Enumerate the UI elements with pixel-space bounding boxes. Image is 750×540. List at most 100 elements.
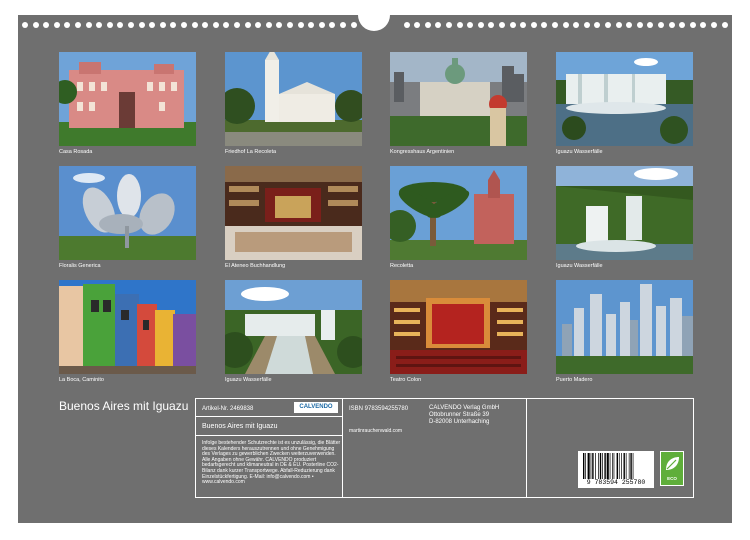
photo-caption: Friedhof La Recoleta	[225, 149, 277, 155]
binding-hole	[32, 22, 39, 28]
binding-hole	[488, 22, 495, 28]
binding-hole	[255, 22, 262, 28]
barcode-bar	[618, 453, 620, 479]
photo-caption: Floralis Generica	[59, 263, 101, 269]
publisher-street: Ottobrunner Straße 39	[429, 412, 490, 418]
binding-hole	[287, 22, 293, 28]
binding-hole	[424, 22, 431, 28]
barcode-bar	[602, 453, 603, 479]
photo-palm-church	[390, 166, 527, 260]
calvendo-logo-text: CALVENDO	[299, 404, 333, 410]
photo-flower-sculpture	[59, 166, 196, 260]
publisher-city: D-82008 Unterhaching	[429, 419, 490, 425]
binding-hole	[668, 22, 675, 28]
barcode-number: 9 783594 255780	[586, 479, 646, 486]
binding-hole	[467, 22, 474, 28]
barcode-bar	[583, 453, 585, 479]
binding-hole	[721, 22, 728, 28]
barcode-bar	[587, 453, 590, 479]
binding-hole	[541, 22, 548, 28]
binding-hole	[106, 22, 113, 28]
binding-hole	[626, 22, 633, 28]
barcode: 9 783594 255780	[578, 451, 654, 488]
binding-hole	[191, 22, 198, 28]
legal-text: Infolge bestehender Schutzrechte ist es …	[202, 440, 341, 486]
binding-hole	[234, 22, 240, 28]
binding-hole	[53, 22, 60, 28]
binding-hole	[340, 22, 346, 28]
binding-hole	[22, 22, 28, 28]
info-divider	[196, 435, 342, 436]
binding-hole	[350, 22, 357, 28]
photo-skyline	[556, 280, 693, 374]
binding-hole	[456, 22, 463, 28]
binding-hole	[573, 22, 580, 28]
photo-opera-red	[390, 280, 527, 374]
binding-hole	[658, 22, 664, 28]
barcode-bar	[621, 453, 622, 479]
binding-hole	[85, 22, 92, 28]
photo-congress	[390, 52, 527, 146]
binding-hole	[181, 22, 187, 28]
barcode-bar	[612, 453, 613, 479]
binding-hole	[265, 22, 272, 28]
isbn: ISBN 9783594255780	[349, 406, 409, 412]
barcode-bar	[604, 453, 606, 479]
barcode-bar	[598, 453, 599, 479]
binding-hole	[159, 22, 166, 28]
binding-hole	[583, 22, 590, 28]
barcode-bar	[630, 453, 632, 479]
photo-caption: Recoletta	[390, 263, 414, 269]
barcode-bar	[590, 453, 592, 479]
barcode-bar	[585, 453, 586, 479]
article-number: Artikel-Nr. 2469838	[202, 406, 254, 412]
binding-hole	[509, 22, 516, 28]
product-title: Buenos Aires mit Iguazu	[202, 423, 278, 430]
barcode-bar	[609, 453, 611, 479]
binding-hole	[223, 22, 230, 28]
binding-hole	[244, 22, 251, 28]
info-box: Artikel-Nr. 2469838 CALVENDO Buenos Aire…	[195, 398, 694, 498]
photo-caption: El Ateneo Buchhandlung	[225, 263, 286, 269]
binding-hole	[594, 22, 601, 28]
photo-theatre-bookstore	[225, 166, 362, 260]
binding-hole	[329, 22, 336, 28]
binding-hole	[679, 22, 686, 28]
barcode-bar	[595, 453, 596, 479]
photo-caption: Iguazu Wasserfälle	[556, 149, 603, 155]
barcode-bar	[599, 453, 602, 479]
barcode-bar	[628, 453, 630, 479]
photo-caption: Iguazu Wasserfälle	[225, 377, 272, 383]
leaf-icon	[666, 457, 679, 470]
binding-hole	[212, 22, 219, 28]
calendar-title: Buenos Aires mit Iguazu	[59, 399, 189, 413]
binding-hole	[477, 22, 484, 28]
binding-hole	[64, 22, 71, 28]
eco-label: ECO	[667, 476, 677, 481]
photo-caption: Teatro Colon	[390, 377, 422, 383]
author-site: martinrauchenwald.com	[349, 428, 403, 434]
binding-hole	[562, 22, 569, 28]
barcode-bar	[632, 453, 634, 479]
photo-colorful-houses	[59, 280, 196, 374]
binding-hole	[308, 22, 315, 28]
photo-caption: Kongresshaus Argentinien	[390, 149, 455, 155]
photo-waterfall-jungle	[556, 166, 693, 260]
binding-hole	[117, 22, 124, 28]
binding-hole	[414, 22, 421, 28]
barcode-bar	[616, 453, 618, 479]
binding-hole	[530, 22, 537, 28]
binding-hole	[75, 22, 81, 28]
photo-caption: Puerto Madero	[556, 377, 593, 383]
binding-hole	[276, 22, 283, 28]
binding-hole	[96, 22, 103, 28]
photo-white-church	[225, 52, 362, 146]
binding-hole	[689, 22, 696, 28]
binding-hole	[499, 22, 505, 28]
info-divider	[526, 399, 527, 497]
info-divider	[342, 399, 343, 497]
binding-hole	[435, 22, 442, 28]
binding-hole	[711, 22, 717, 28]
binding-hole	[43, 22, 50, 28]
calvendo-logo: CALVENDO	[294, 402, 338, 413]
